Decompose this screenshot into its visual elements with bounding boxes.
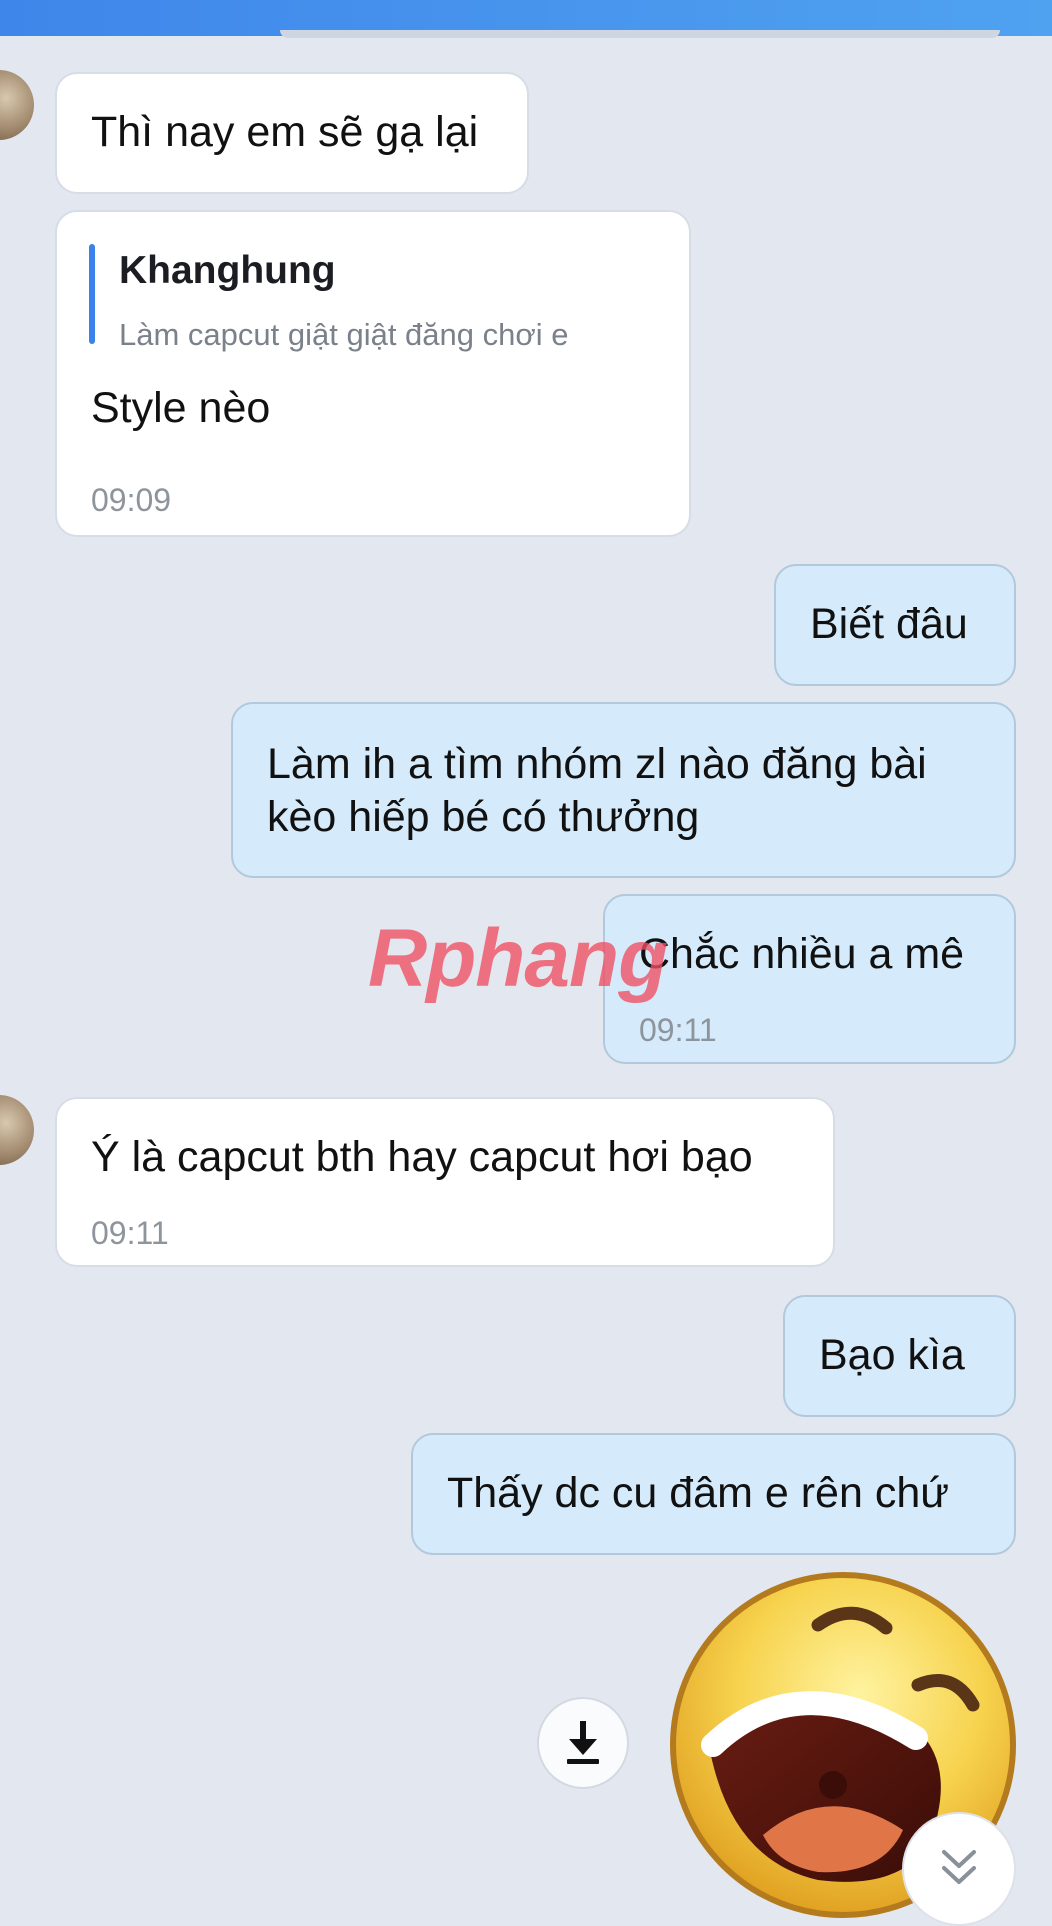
download-button[interactable] [537,1697,629,1789]
watermark-logo: Rphang [368,913,668,1004]
quoted-author: Khanghung [119,249,336,292]
received-message[interactable]: Ý là capcut bth hay capcut hơi bạo 09:11 [55,1097,835,1267]
message-time: 09:11 [639,1012,717,1048]
sent-message[interactable]: Làm ih a tìm nhóm zl nào đăng bài kèo hi… [231,702,1016,878]
download-icon [567,1721,599,1764]
sender-avatar[interactable] [0,70,34,140]
message-text: Thấy dc cu đâm e rên chứ [447,1469,950,1517]
quote-accent-bar [89,244,95,344]
message-text: Ý là capcut bth hay capcut hơi bạo [91,1133,753,1181]
message-text: Làm ih a tìm nhóm zl nào đăng bài kèo hi… [267,740,927,841]
message-text: Biết đâu [810,600,968,648]
sent-message[interactable]: Bạo kìa [783,1295,1016,1417]
chevron-double-down-icon [942,1850,976,1884]
pinned-bar-edge [280,30,1000,38]
message-text: Style nèo [91,384,271,432]
scroll-to-bottom-button[interactable] [902,1812,1016,1926]
sent-message[interactable]: Thấy dc cu đâm e rên chứ [411,1433,1016,1555]
quoted-text: Làm capcut giật giật đăng chơi e [119,317,569,352]
message-time: 09:11 [91,1215,169,1251]
message-text: Thì nay em sẽ gạ lại [91,108,479,156]
message-time: 09:09 [91,482,172,518]
sent-message[interactable]: Biết đâu [774,564,1016,686]
sender-avatar[interactable] [0,1095,34,1165]
message-text: Chắc nhiều a mê [639,930,965,978]
message-text: Bạo kìa [819,1331,965,1379]
received-message[interactable]: Thì nay em sẽ gạ lại [55,72,529,194]
received-reply-message[interactable]: Khanghung Làm capcut giật giật đăng chơi… [55,210,691,537]
